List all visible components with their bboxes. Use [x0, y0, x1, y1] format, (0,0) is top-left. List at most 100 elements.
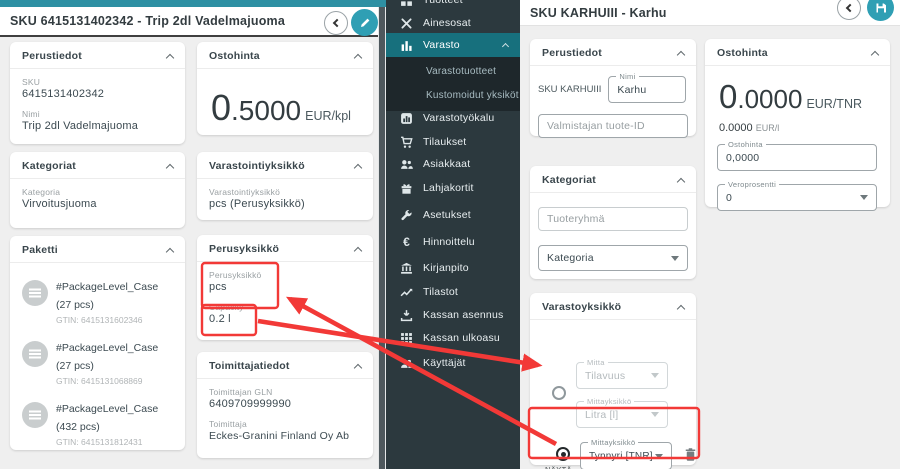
mittayksikko-select[interactable]: Mittayksikkö Litra [l] — [576, 401, 668, 428]
right-page-title: SKU KARHUIII - Karhu — [530, 6, 667, 20]
sidebar-item-ainesosat[interactable]: Ainesosat — [386, 11, 520, 35]
collapse-chevron-icon[interactable] — [166, 53, 174, 61]
chevron-left-icon — [333, 18, 341, 26]
package-icon — [22, 402, 48, 428]
grid9-icon — [400, 332, 413, 345]
sidebar-item-varasto[interactable]: Varasto — [386, 33, 520, 57]
sidebar-item-asiakkaat[interactable]: Asiakkaat — [386, 152, 520, 176]
purchase-price: 0.0000EUR/TNR — [717, 72, 878, 120]
volume-unit-radio[interactable] — [552, 386, 566, 400]
sidebar-item-varastotuotteet[interactable]: Varastotuotteet — [386, 60, 520, 83]
gln-field: Toimittajan GLN 6409709999990 — [209, 387, 361, 410]
card-kategoriat-right: Kategoriat Tuoteryhmä Kategoria — [530, 166, 696, 279]
sidebar-item-kustomoidut-yksikot[interactable]: Kustomoidut yksiköt — [386, 84, 520, 107]
collapse-chevron-icon[interactable] — [354, 53, 362, 61]
sidebar-item-lahjakortit[interactable]: Lahjakortit — [386, 176, 520, 200]
sidebar-item-kirjanpito[interactable]: Kirjanpito — [386, 256, 520, 280]
scrollbar-track[interactable] — [378, 7, 386, 469]
download-icon — [400, 309, 413, 322]
sidebar-item-hinnoittelu[interactable]: € Hinnoittelu — [386, 230, 520, 254]
collapse-chevron-icon[interactable] — [354, 163, 362, 171]
card-paketti: Paketti #PackageLevel_Case (27 pcs)GTIN:… — [10, 236, 185, 450]
card-toimittajatiedot: Toimittajatiedot Toimittajan GLN 6409709… — [197, 352, 373, 458]
bank-icon — [400, 262, 413, 275]
edit-button[interactable] — [351, 9, 378, 36]
sidebar-item-kassan-ulkoasu[interactable]: Kassan ulkoasu — [386, 326, 520, 350]
collapse-chevron-icon[interactable] — [354, 363, 362, 371]
purchase-price: 0.5000EUR/kpl — [209, 77, 361, 133]
varastointiyksikko-field: Varastointiyksikkö pcs (Perusyksikkö) — [209, 187, 361, 210]
people-icon — [400, 158, 413, 171]
card-title: Toimittajatiedot — [209, 360, 290, 372]
collapse-chevron-icon[interactable] — [677, 50, 685, 58]
kategoria-field: Kategoria Virvoitusjuoma — [22, 187, 173, 210]
tuote-id-input[interactable]: Valmistajan tuote-ID — [538, 114, 688, 138]
sidebar-item-tilastot[interactable]: Tilastot — [386, 280, 520, 304]
veroprosentti-select[interactable]: Veroprosentti 0 — [717, 184, 877, 211]
bar-chart-icon — [400, 39, 413, 52]
card-title: Perustiedot — [542, 47, 602, 59]
package-icon — [22, 280, 48, 306]
collapse-chevron-icon[interactable] — [166, 163, 174, 171]
varasto-submenu: Varastotuotteet Kustomoidut yksiköt — [386, 57, 520, 111]
mitta-select[interactable]: Mitta Tilavuus — [576, 362, 668, 389]
collapse-chevron-icon[interactable] — [677, 304, 685, 312]
card-title: Perusyksikkö — [209, 243, 279, 255]
left-header: SKU 6415131402342 - Trip 2dl Vadelmajuom… — [0, 7, 378, 35]
perusyksikko-field: Perusyksikkö pcs — [209, 270, 361, 293]
euro-icon: € — [400, 236, 413, 249]
card-kategoriat-left: Kategoriat Kategoria Virvoitusjuoma — [10, 152, 185, 228]
card-ostohinta-left: Ostohinta 0.5000EUR/kpl — [197, 42, 373, 135]
package-list-item[interactable]: #PackageLevel_Case (432 pcs)GTIN: 641513… — [22, 399, 173, 447]
tuoteryhma-input[interactable]: Tuoteryhmä — [538, 207, 688, 231]
card-title: Ostohinta — [209, 50, 260, 62]
card-title: Paketti — [22, 244, 58, 256]
back-button[interactable] — [837, 0, 861, 20]
grid-icon — [400, 0, 413, 7]
package-icon — [22, 341, 48, 367]
capacity-field: Capacity 0.2 l — [209, 302, 361, 325]
ostohinta-input[interactable]: Ostohinta 0,0000 — [717, 144, 877, 171]
trash-icon — [683, 447, 698, 462]
collapse-chevron-icon[interactable] — [677, 177, 685, 185]
card-varastointiyksikko: Varastointiyksikkö Varastointiyksikkö pc… — [197, 152, 373, 220]
card-title: Kategoriat — [22, 160, 76, 172]
dropdown-caret-icon — [860, 195, 868, 200]
package-list-item[interactable]: #PackageLevel_Case (27 pcs)GTIN: 6415131… — [22, 277, 173, 325]
scrollbar-thumb[interactable] — [379, 7, 385, 469]
cart-icon — [400, 136, 413, 149]
sidebar-item-kayttajat[interactable]: Käyttäjät — [386, 351, 520, 375]
sku-text: SKU KARHUIII — [538, 84, 601, 95]
collapse-chevron-icon[interactable] — [871, 50, 879, 58]
nimi-input[interactable]: Nimi Karhu — [608, 76, 686, 103]
chevron-left-icon — [846, 3, 854, 11]
nayta-label: NÄYTÄ — [545, 465, 572, 469]
save-button[interactable] — [867, 0, 894, 21]
sidebar-item-varastotyokalu[interactable]: Varastotyökalu — [386, 106, 520, 130]
delete-unit-button[interactable] — [683, 447, 698, 467]
utensils-icon — [400, 17, 413, 30]
dropdown-caret-icon — [651, 412, 659, 417]
package-list-item[interactable]: #PackageLevel_Case (27 pcs)GTIN: 6415131… — [22, 338, 173, 386]
back-button[interactable] — [324, 11, 348, 35]
trend-icon — [400, 286, 413, 299]
pencil-icon — [359, 17, 371, 29]
product-detail-window: SKU 6415131402342 - Trip 2dl Vadelmajuom… — [0, 0, 386, 469]
sidebar-item-tilaukset[interactable]: Tilaukset — [386, 130, 520, 154]
sidebar-item-kassan-asennus[interactable]: Kassan asennus — [386, 303, 520, 327]
tynnyri-unit-radio[interactable] — [556, 447, 570, 461]
card-perusyksikko: Perusyksikkö Perusyksikkö pcs Capacity 0… — [197, 235, 373, 340]
save-icon — [875, 2, 887, 14]
nimi-field: Nimi Trip 2dl Vadelmajuoma — [22, 109, 173, 132]
users-icon — [400, 357, 413, 370]
header-divider — [0, 35, 378, 37]
kategoria-select[interactable]: Kategoria — [538, 245, 688, 271]
card-varastoyksikko: Varastoyksikkö Mitta Tilavuus Mittayksik… — [530, 293, 696, 465]
collapse-chevron-icon[interactable] — [166, 247, 174, 255]
collapse-chevron-icon[interactable] — [354, 246, 362, 254]
mittayksikko2-select[interactable]: Mittayksikkö Tynnyri [TNR] — [580, 442, 672, 469]
toimittaja-field: Toimittaja Eckes-Granini Finland Oy Ab — [209, 419, 361, 442]
card-title: Ostohinta — [717, 47, 768, 59]
card-title: Kategoriat — [542, 174, 596, 186]
sidebar-item-asetukset[interactable]: Asetukset — [386, 203, 520, 227]
